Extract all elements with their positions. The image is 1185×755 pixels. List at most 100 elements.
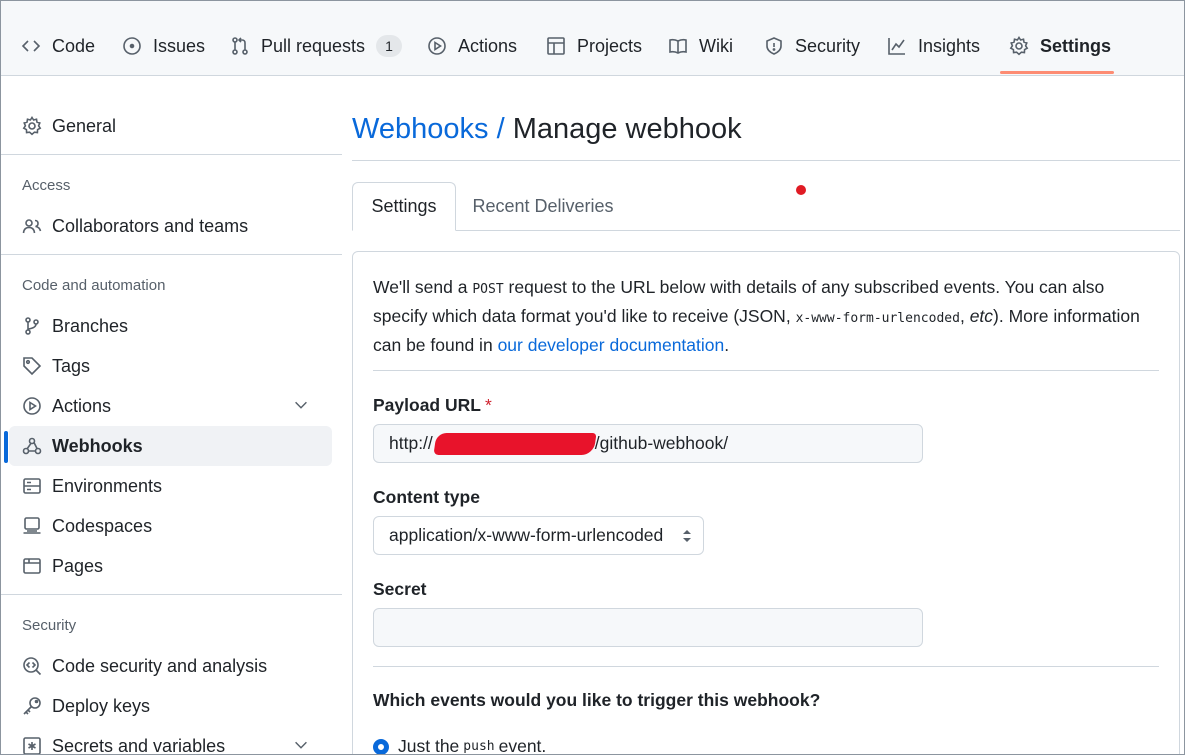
asterisk-icon: [23, 737, 41, 754]
tab-settings[interactable]: Settings: [1009, 23, 1111, 69]
tab-label: Pull requests: [261, 35, 366, 56]
play-icon: [23, 397, 41, 415]
webhook-form-panel: We'll send a POST request to the URL bel…: [352, 251, 1180, 754]
pr-counter-badge: 1: [376, 35, 402, 57]
webhook-icon: [22, 437, 42, 455]
tab-projects[interactable]: Projects: [546, 23, 642, 69]
intro-text: We'll send a POST request to the URL bel…: [373, 277, 1140, 355]
sidebar-item-collaborators[interactable]: Collaborators and teams: [9, 206, 332, 246]
required-mark: *: [484, 395, 492, 415]
sidebar-item-label: Deploy keys: [52, 695, 151, 716]
chevron-down-icon[interactable]: [292, 396, 310, 414]
pull-request-icon: [232, 37, 248, 55]
select-arrows-icon: [683, 530, 691, 542]
radio-selected[interactable]: [373, 738, 389, 754]
sidebar-item-label: General: [52, 115, 117, 136]
page-title-text: Manage webhook: [512, 113, 742, 145]
issue-icon: [123, 37, 141, 55]
payload-url-input[interactable]: http:///github-webhook/: [373, 424, 923, 463]
tab-label: Security: [795, 35, 861, 56]
browser-icon: [23, 558, 41, 574]
play-icon: [428, 37, 446, 55]
graph-icon: [888, 38, 905, 55]
sidebar-item-codespaces[interactable]: Codespaces: [9, 506, 332, 546]
sidebar-item-label: Actions: [52, 395, 112, 416]
gear-icon: [22, 116, 42, 136]
tab-security[interactable]: Security: [764, 23, 860, 69]
branch-icon: [25, 317, 39, 335]
tab-label: Actions: [458, 35, 518, 56]
repo-nav: Code Issues Pull requests 1 Actions Proj…: [1, 1, 1184, 76]
sidebar-heading-code-automation: Code and automation: [22, 277, 166, 294]
browser-frame: Code Issues Pull requests 1 Actions Proj…: [0, 0, 1185, 755]
payload-url-label: Payload URL *: [373, 395, 492, 415]
active-item-indicator: [4, 431, 8, 463]
settings-sidebar: General Access Collaborators and teams C…: [1, 76, 346, 755]
sidebar-item-branches[interactable]: Branches: [9, 306, 332, 346]
codescan-icon: [23, 657, 42, 676]
sidebar-heading-access: Access: [22, 177, 71, 194]
tab-issues[interactable]: Issues: [122, 23, 205, 69]
tab-label: Insights: [918, 35, 981, 56]
tab-pull-requests[interactable]: Pull requests 1: [230, 23, 402, 69]
section-divider: [373, 370, 1159, 371]
title-divider: [352, 160, 1180, 161]
sidebar-item-secrets[interactable]: Secrets and variables: [9, 726, 332, 755]
sidebar-item-label: Environments: [52, 475, 163, 496]
sidebar-item-code-security[interactable]: Code security and analysis: [9, 646, 332, 686]
content-type-select[interactable]: application/x-www-form-urlencoded: [373, 516, 704, 555]
sidebar-item-actions[interactable]: Actions: [9, 386, 332, 426]
sidebar-item-webhooks[interactable]: Webhooks: [9, 426, 332, 466]
sidebar-item-label: Codespaces: [52, 515, 153, 536]
tab-settings[interactable]: Settings: [352, 182, 456, 231]
sidebar-item-label: Secrets and variables: [52, 735, 226, 755]
breadcrumb-webhooks-link[interactable]: Webhooks: [352, 113, 489, 145]
tab-insights[interactable]: Insights: [887, 23, 980, 69]
secret-label: Secret: [373, 579, 427, 599]
main-content: Webhooks / Manage webhook Settings Recen…: [352, 76, 1184, 754]
tag-icon: [23, 357, 42, 376]
sidebar-divider: [1, 254, 342, 255]
tab-label: Settings: [1040, 35, 1112, 56]
tab-wiki[interactable]: Wiki: [668, 23, 733, 69]
cursor-marker: [796, 185, 806, 195]
tab-label: Issues: [153, 35, 206, 56]
server-icon: [23, 478, 41, 494]
tab-actions[interactable]: Actions: [427, 23, 517, 69]
sidebar-divider: [1, 154, 342, 155]
secret-input[interactable]: [373, 608, 923, 647]
sidebar-item-label: Webhooks: [52, 435, 143, 456]
developer-docs-link[interactable]: our developer documentation: [498, 335, 725, 355]
inline-code: POST: [472, 282, 504, 297]
sidebar-item-label: Collaborators and teams: [52, 215, 249, 236]
sidebar-item-deploy-keys[interactable]: Deploy keys: [9, 686, 332, 726]
sidebar-heading-security: Security: [22, 617, 77, 634]
section-divider: [373, 666, 1159, 667]
sidebar-item-environments[interactable]: Environments: [9, 466, 332, 506]
shield-icon: [766, 37, 782, 55]
content-type-label: Content type: [373, 487, 480, 507]
events-question: Which events would you like to trigger t…: [373, 690, 821, 710]
tab-code[interactable]: Code: [21, 23, 95, 69]
book-icon: [669, 38, 687, 54]
chevron-down-icon[interactable]: [292, 736, 310, 754]
sidebar-item-label: Pages: [52, 555, 104, 576]
tab-recent-deliveries[interactable]: Recent Deliveries: [462, 182, 624, 231]
sidebar-item-general[interactable]: General: [9, 106, 332, 146]
table-icon: [547, 37, 565, 55]
code-icon: [21, 40, 41, 52]
sidebar-item-label: Code security and analysis: [52, 655, 268, 676]
sidebar-item-tags[interactable]: Tags: [9, 346, 332, 386]
breadcrumb-separator: /: [496, 113, 505, 145]
sidebar-item-pages[interactable]: Pages: [9, 546, 332, 586]
page-title: Webhooks / Manage webhook: [352, 113, 742, 146]
sidebar-item-label: Branches: [52, 315, 129, 336]
tab-label: Wiki: [699, 35, 733, 56]
tab-label: Code: [52, 35, 96, 56]
sidebar-divider: [1, 594, 342, 595]
codespaces-icon: [23, 517, 41, 534]
active-tab-underline: [1000, 71, 1114, 74]
inline-code: push: [463, 739, 495, 754]
event-option-push[interactable]: Just the push event.: [373, 736, 546, 754]
key-icon: [23, 697, 41, 715]
